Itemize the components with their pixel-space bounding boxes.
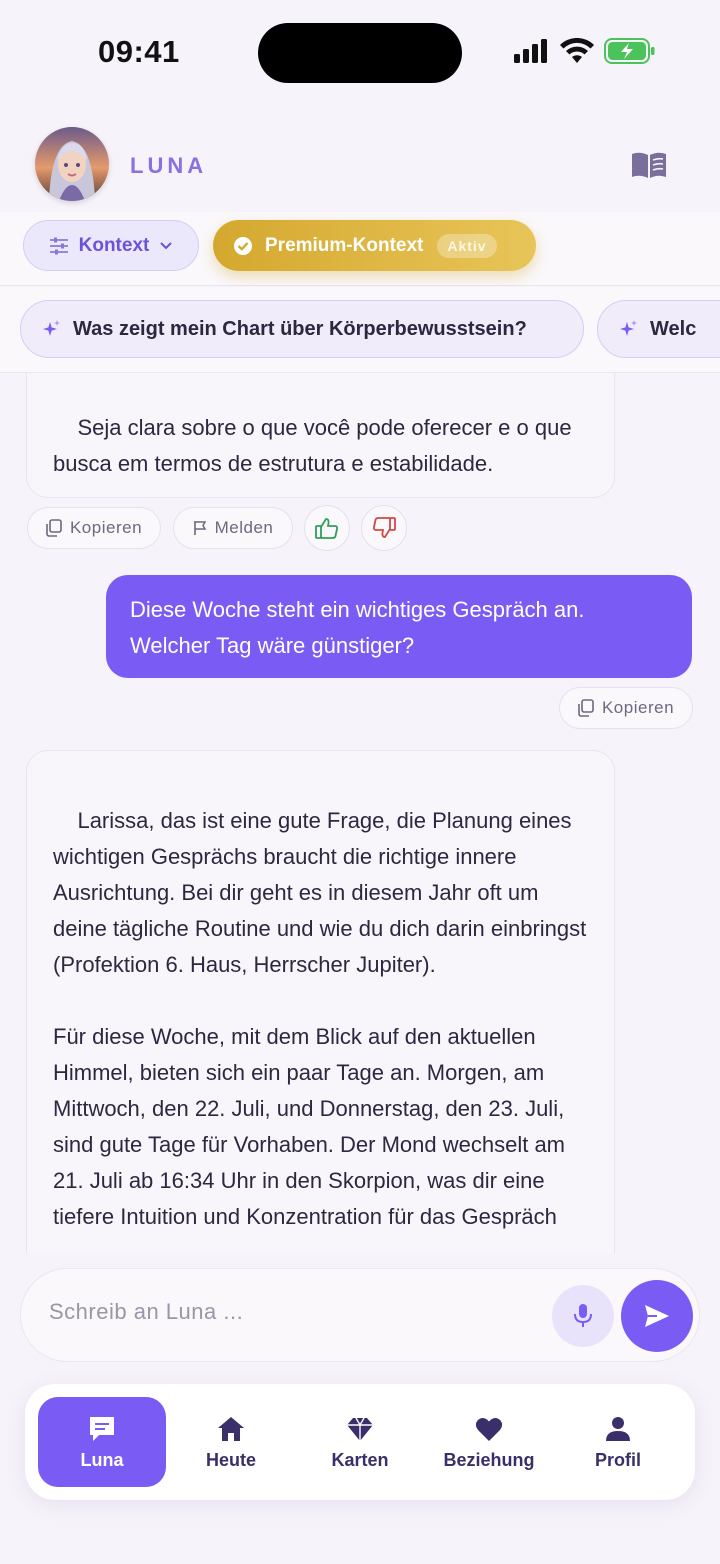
battery-charging-icon [604,38,655,64]
kontext-label: Kontext [78,234,150,256]
tab-label: Profil [594,1449,641,1470]
dynamic-island [258,23,462,83]
check-circle-icon [234,236,252,255]
copy-icon [46,519,62,537]
chevron-down-icon [160,241,173,249]
sparkle-icon [620,320,637,336]
message-composer: Schreib an Luna ... [20,1268,700,1362]
thumbs-up-button[interactable] [304,505,350,551]
send-icon [645,1305,669,1327]
tab-karten[interactable]: Karten [296,1397,424,1487]
status-badge: Aktiv [437,233,497,258]
diamond-icon [347,1417,373,1441]
message-input[interactable]: Schreib an Luna ... [49,1299,243,1325]
suggestion-bar: Was zeigt mein Chart über Körperbewussts… [0,287,720,373]
cellular-signal-icon [514,39,547,63]
tab-label: Heute [205,1449,256,1470]
copy-button[interactable]: Kopieren [27,507,161,549]
copy-button[interactable]: Kopieren [559,687,693,729]
copy-label: Kopieren [601,698,675,717]
tab-profil[interactable]: Profil [554,1397,682,1487]
chat-header: LUNA [0,105,720,213]
suggestion-label: Was zeigt mein Chart über Körperbewussts… [73,317,527,340]
message-text: Diese Woche steht ein wichtiges Gespräch… [130,597,585,658]
copy-label: Kopieren [69,518,143,537]
sparkle-icon [43,320,60,336]
sliders-icon [49,237,68,254]
luna-avatar-image [35,127,109,201]
thumbs-down-button[interactable] [361,505,407,551]
tab-beziehung[interactable]: Beziehung [425,1397,553,1487]
status-bar: 09:41 [0,0,720,105]
suggestion-chip[interactable]: Was zeigt mein Chart über Körperbewussts… [20,300,584,358]
copy-icon [578,699,594,717]
send-button[interactable] [621,1280,693,1352]
report-label: Melden [214,518,274,537]
premium-context-toggle[interactable]: Premium-Kontext Aktiv [213,220,536,271]
wifi-icon [560,38,594,63]
thumbs-up-icon [315,518,338,539]
tab-label: Karten [331,1449,389,1470]
thumbs-down-icon [373,517,396,538]
assistant-message: Larissa, das ist eine gute Frage, die Pl… [26,750,615,1253]
journal-button[interactable] [630,149,668,181]
message-text: Larissa, das ist eine gute Frage, die Pl… [53,808,587,1229]
kontext-dropdown[interactable]: Kontext [23,220,199,271]
app-title: LUNA [130,153,208,178]
bottom-tab-bar: Luna Heute Karten Beziehung Profil [25,1384,695,1500]
tab-heute[interactable]: Heute [167,1397,295,1487]
suggestion-chip[interactable]: Welc [597,300,720,358]
microphone-icon [574,1304,592,1327]
premium-label: Premium-Kontext [265,234,424,256]
status-time: 09:41 [98,34,180,69]
status-icons [514,38,656,64]
assistant-message: Seja clara sobre o que você pode oferece… [26,373,615,498]
home-icon [218,1416,244,1441]
microphone-button[interactable] [552,1285,614,1347]
person-icon [606,1416,630,1441]
heart-icon [475,1417,503,1441]
report-button[interactable]: Melden [173,507,293,549]
chat-icon [90,1416,114,1441]
suggestion-label: Welc [650,317,697,340]
user-message: Diese Woche steht ein wichtiges Gespräch… [106,575,692,678]
tab-luna[interactable]: Luna [38,1397,166,1487]
tab-label: Beziehung [443,1449,535,1470]
avatar[interactable] [35,127,109,201]
book-icon [632,152,666,178]
flag-icon [193,521,206,535]
chat-messages[interactable]: Seja clara sobre o que você pode oferece… [0,373,720,1253]
context-bar: Kontext Premium-Kontext Aktiv [0,212,720,286]
message-text: Seja clara sobre o que você pode oferece… [53,415,578,476]
tab-label: Luna [80,1449,124,1470]
